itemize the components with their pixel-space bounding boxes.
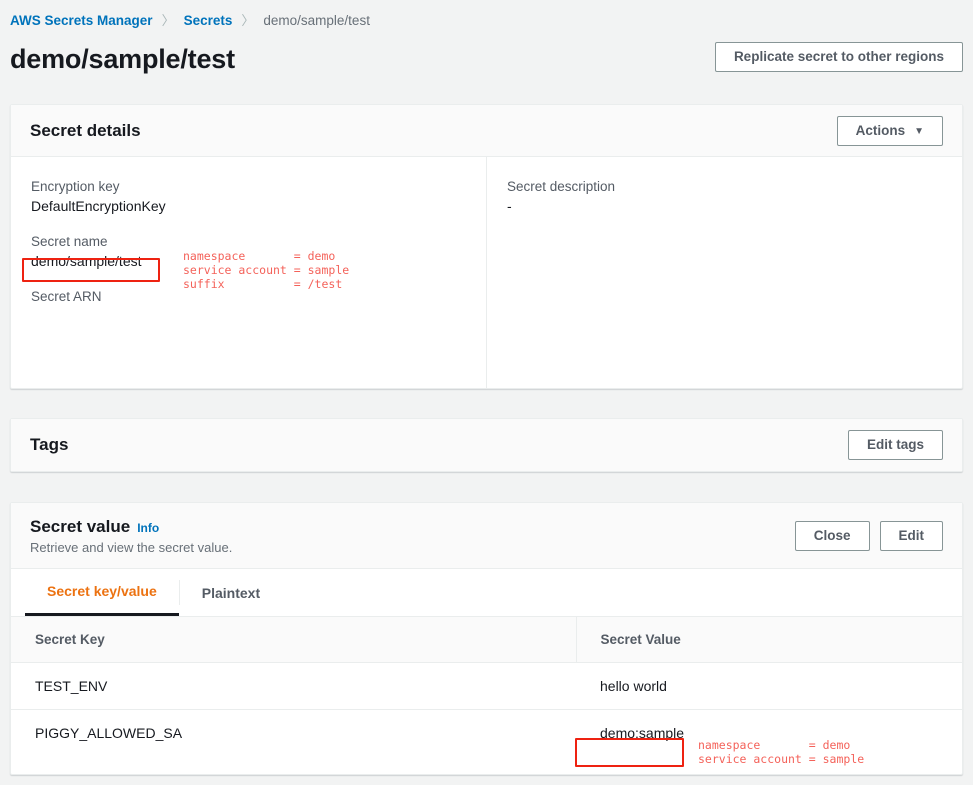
field-secret-name: Secret name demo/sample/test — [31, 234, 466, 271]
field-secret-description: Secret description - — [507, 179, 942, 216]
secret-details-title: Secret details — [30, 120, 141, 140]
field-encryption-key: Encryption key DefaultEncryptionKey — [31, 179, 466, 216]
cell-secret-value: demo:sample — [600, 725, 685, 741]
secret-details-header: Secret details Actions ▼ — [11, 105, 962, 157]
cell-secret-key: PIGGY_ALLOWED_SA — [35, 725, 183, 741]
secret-details-right-column: Secret description - — [487, 157, 962, 389]
secret-arn-label: Secret ARN — [31, 289, 102, 304]
column-header-secret-value: Secret Value — [575, 617, 962, 663]
secret-value-table: Secret Key Secret Value TEST_ENV hello w… — [11, 617, 962, 756]
cell-secret-key: TEST_ENV — [11, 662, 576, 710]
tags-header: Tags Edit tags — [11, 419, 962, 471]
secret-description-label: Secret description — [507, 179, 616, 194]
close-button[interactable]: Close — [794, 520, 870, 551]
tags-panel: Tags Edit tags — [10, 418, 963, 472]
table-head: Secret Key Secret Value — [11, 617, 962, 663]
secret-arn-value — [31, 308, 466, 326]
secret-details-panel: Secret details Actions ▼ Encryption key D… — [10, 104, 963, 389]
secret-details-body: Encryption key DefaultEncryptionKey Secr… — [11, 157, 962, 389]
secret-value-title-block: Secret value Info Retrieve and view the … — [30, 517, 232, 555]
secret-value-header: Secret value Info Retrieve and view the … — [11, 503, 962, 569]
table-header-row: Secret Key Secret Value — [11, 617, 962, 663]
secret-value-title: Secret value — [30, 516, 131, 536]
tab-plaintext[interactable]: Plaintext — [180, 569, 282, 616]
breadcrumb: AWS Secrets Manager 〉 Secrets 〉 demo/sam… — [0, 0, 973, 31]
secret-value-subtitle: Retrieve and view the secret value. — [30, 539, 233, 555]
breadcrumb-separator-icon: 〉 — [161, 12, 175, 28]
table-row: PIGGY_ALLOWED_SA demo:sample — [11, 710, 962, 757]
secret-details-left-column: Encryption key DefaultEncryptionKey Secr… — [11, 157, 487, 389]
encryption-key-label: Encryption key — [31, 179, 120, 194]
chevron-down-icon: ▼ — [914, 125, 924, 137]
breadcrumb-item-current: demo/sample/test — [263, 12, 370, 28]
tags-title: Tags — [30, 435, 69, 454]
cell-secret-value: hello world — [576, 662, 962, 710]
secret-value-panel: Secret value Info Retrieve and view the … — [10, 502, 963, 775]
column-header-secret-key: Secret Key — [11, 617, 576, 663]
secret-value-tabs: Secret key/value Plaintext — [11, 569, 962, 617]
actions-dropdown-button[interactable]: Actions ▼ — [836, 115, 943, 146]
secret-name-label: Secret name — [31, 234, 108, 249]
tab-secret-key-value[interactable]: Secret key/value — [25, 569, 179, 616]
secret-value-button-group: Close Edit — [794, 520, 943, 551]
secret-description-value: - — [507, 198, 512, 214]
page-title: demo/sample/test — [10, 44, 235, 74]
info-link[interactable]: Info — [137, 521, 159, 535]
secret-value-title-row: Secret value Info — [30, 517, 232, 537]
replicate-secret-button[interactable]: Replicate secret to other regions — [714, 42, 963, 72]
encryption-key-value: DefaultEncryptionKey — [31, 198, 166, 214]
actions-button-label: Actions — [855, 122, 906, 138]
field-secret-arn: Secret ARN — [31, 289, 466, 326]
page-header: demo/sample/test Replicate secret to oth… — [0, 31, 973, 89]
edit-tags-button[interactable]: Edit tags — [847, 430, 943, 460]
breadcrumb-item-aws-secrets-manager[interactable]: AWS Secrets Manager — [10, 13, 153, 28]
breadcrumb-item-secrets[interactable]: Secrets — [184, 13, 233, 28]
edit-button[interactable]: Edit — [879, 520, 943, 551]
secret-name-value: demo/sample/test — [31, 253, 142, 269]
breadcrumb-separator-icon: 〉 — [241, 12, 255, 28]
table-row: TEST_ENV hello world — [11, 662, 962, 710]
table-body: TEST_ENV hello world PIGGY_ALLOWED_SA de… — [11, 662, 962, 757]
